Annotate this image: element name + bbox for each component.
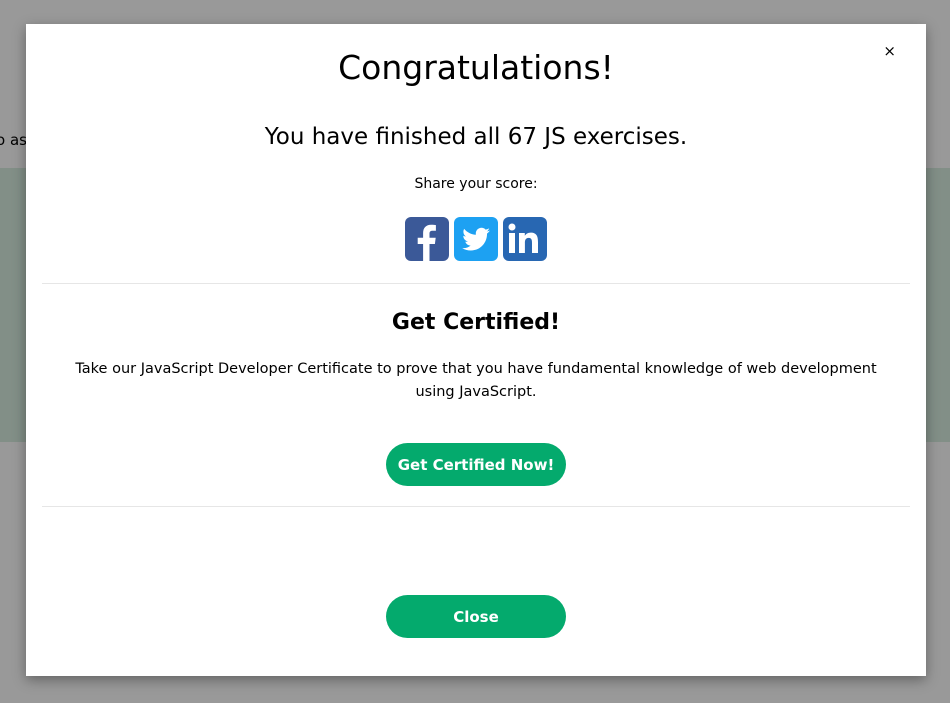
congratulations-modal: × Congratulations! You have finished all… xyxy=(26,24,926,676)
certificate-heading: Get Certified! xyxy=(391,310,561,335)
share-buttons xyxy=(26,217,926,261)
divider xyxy=(42,283,910,284)
share-label: Share your score: xyxy=(414,176,538,192)
completion-message: You have finished all 67 JS exercises. xyxy=(264,124,688,150)
linkedin-icon[interactable] xyxy=(503,217,547,261)
certificate-description: Take our JavaScript Developer Certificat… xyxy=(75,361,877,400)
get-certified-button[interactable]: Get Certified Now! xyxy=(386,443,566,486)
divider xyxy=(42,506,910,507)
twitter-icon[interactable] xyxy=(454,217,498,261)
facebook-icon[interactable] xyxy=(405,217,449,261)
modal-title: Congratulations! xyxy=(338,48,614,87)
close-button[interactable]: Close xyxy=(386,595,566,638)
